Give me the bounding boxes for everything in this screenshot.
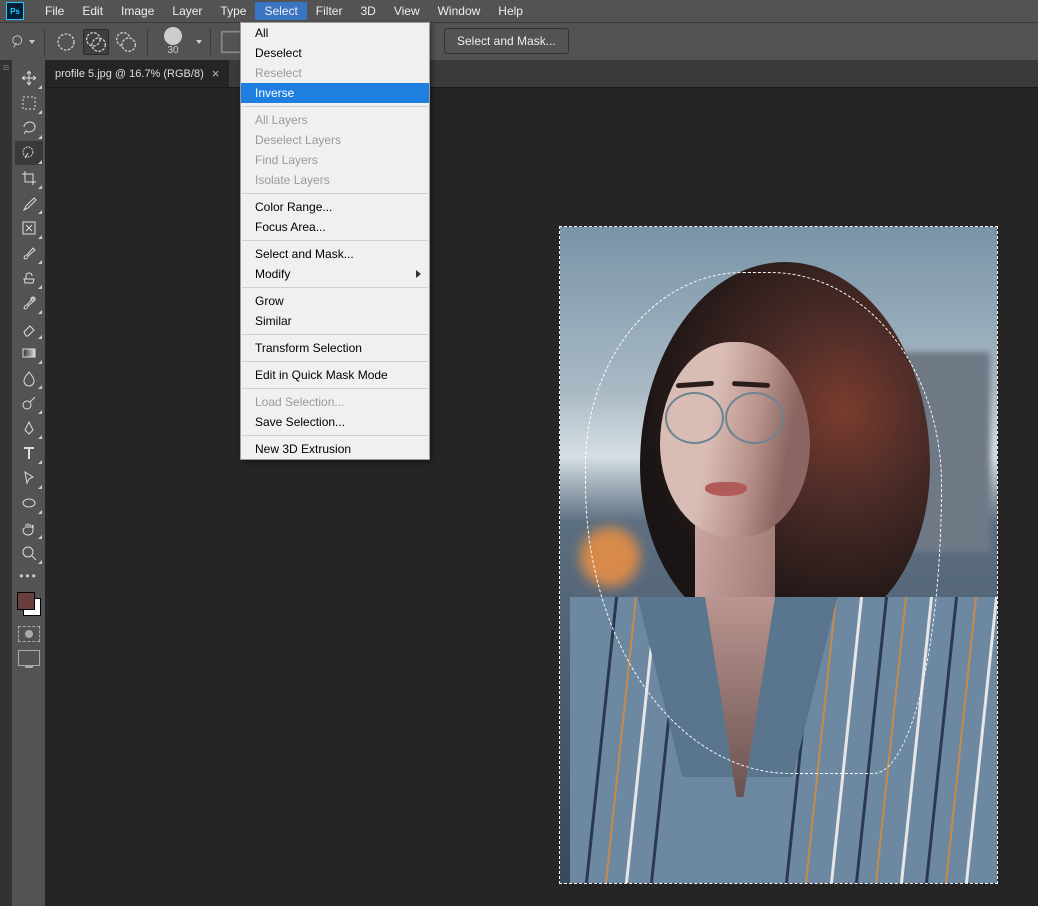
menu-separator (242, 435, 428, 436)
color-swatches[interactable] (15, 590, 43, 618)
menu-separator (242, 193, 428, 194)
menu-item-all-layers: All Layers (241, 110, 429, 130)
document-tab[interactable]: profile 5.jpg @ 16.7% (RGB/8) × (45, 60, 229, 87)
menu-item-modify[interactable]: Modify (241, 264, 429, 284)
brush-tool[interactable] (15, 241, 43, 265)
quick-select-tool[interactable] (15, 141, 43, 165)
new-selection-icon[interactable] (53, 29, 79, 55)
menu-separator (242, 240, 428, 241)
menu-bar: Ps FileEditImageLayerTypeSelectFilter3DV… (0, 0, 1038, 22)
menu-separator (242, 106, 428, 107)
tools-panel: ••• (12, 60, 45, 906)
menu-item-similar[interactable]: Similar (241, 311, 429, 331)
lasso-tool[interactable] (15, 116, 43, 140)
chevron-down-icon[interactable] (196, 40, 202, 44)
select-menu-dropdown: AllDeselectReselectInverse All LayersDese… (240, 22, 430, 460)
menu-edit[interactable]: Edit (73, 2, 112, 20)
screen-mode-icon[interactable] (18, 650, 40, 666)
menu-select[interactable]: Select (255, 2, 306, 20)
close-icon[interactable]: × (212, 66, 220, 81)
menu-item-deselect-layers: Deselect Layers (241, 130, 429, 150)
rect-marquee-tool[interactable] (15, 91, 43, 115)
healing-brush-tool[interactable] (15, 216, 43, 240)
workspace: ••• profile 5.jpg @ 16.7% (RGB/8) × (0, 60, 1038, 906)
menu-filter[interactable]: Filter (307, 2, 352, 20)
document-tab-label: profile 5.jpg @ 16.7% (RGB/8) (55, 68, 204, 80)
submenu-arrow-icon (416, 270, 421, 278)
tool-preset-picker[interactable] (10, 29, 36, 55)
quick-mask-icon[interactable] (18, 626, 40, 642)
menu-item-color-range[interactable]: Color Range... (241, 197, 429, 217)
select-and-mask-button[interactable]: Select and Mask... (444, 28, 569, 54)
menu-item-focus-area[interactable]: Focus Area... (241, 217, 429, 237)
menu-type[interactable]: Type (211, 2, 255, 20)
separator (147, 29, 148, 55)
menu-item-find-layers: Find Layers (241, 150, 429, 170)
history-brush-tool[interactable] (15, 291, 43, 315)
blur-tool[interactable] (15, 366, 43, 390)
menu-item-isolate-layers: Isolate Layers (241, 170, 429, 190)
app-logo: Ps (6, 2, 24, 20)
pen-tool[interactable] (15, 416, 43, 440)
dodge-tool[interactable] (15, 391, 43, 415)
edit-toolbar-icon[interactable]: ••• (19, 566, 38, 586)
menu-item-deselect[interactable]: Deselect (241, 43, 429, 63)
gradient-tool[interactable] (15, 341, 43, 365)
canvas[interactable] (560, 227, 997, 883)
menu-separator (242, 388, 428, 389)
zoom-tool[interactable] (15, 541, 43, 565)
menu-window[interactable]: Window (429, 2, 490, 20)
document-area: profile 5.jpg @ 16.7% (RGB/8) × (45, 60, 1038, 906)
menu-file[interactable]: File (36, 2, 73, 20)
move-tool[interactable] (15, 66, 43, 90)
options-bar: 30 Select and Mask... (0, 22, 1038, 61)
hand-tool[interactable] (15, 516, 43, 540)
menu-image[interactable]: Image (112, 2, 163, 20)
menu-item-edit-in-quick-mask-mode[interactable]: Edit in Quick Mask Mode (241, 365, 429, 385)
subtract-selection-icon[interactable] (113, 29, 139, 55)
separator (210, 29, 211, 55)
menu-item-all[interactable]: All (241, 23, 429, 43)
eyedropper-tool[interactable] (15, 191, 43, 215)
menu-separator (242, 361, 428, 362)
separator (44, 29, 45, 55)
menu-view[interactable]: View (385, 2, 429, 20)
menu-item-transform-selection[interactable]: Transform Selection (241, 338, 429, 358)
document-image (560, 227, 997, 883)
brush-picker[interactable]: 30 (156, 26, 190, 58)
path-select-tool[interactable] (15, 466, 43, 490)
crop-tool[interactable] (15, 166, 43, 190)
menu-item-reselect: Reselect (241, 63, 429, 83)
foreground-color-swatch[interactable] (17, 592, 35, 610)
panel-gutter (0, 60, 12, 906)
menu-separator (242, 334, 428, 335)
type-tool[interactable] (15, 441, 43, 465)
eraser-tool[interactable] (15, 316, 43, 340)
ellipse-tool[interactable] (15, 491, 43, 515)
menu-help[interactable]: Help (489, 2, 532, 20)
document-tab-bar: profile 5.jpg @ 16.7% (RGB/8) × (45, 60, 1038, 88)
add-selection-icon[interactable] (83, 29, 109, 55)
menu-item-new-3d-extrusion[interactable]: New 3D Extrusion (241, 439, 429, 459)
menu-item-inverse[interactable]: Inverse (241, 83, 429, 103)
menu-item-save-selection[interactable]: Save Selection... (241, 412, 429, 432)
clone-stamp-tool[interactable] (15, 266, 43, 290)
menu-item-load-selection: Load Selection... (241, 392, 429, 412)
menu-separator (242, 287, 428, 288)
menu-3d[interactable]: 3D (351, 2, 384, 20)
menu-item-select-and-mask[interactable]: Select and Mask... (241, 244, 429, 264)
menu-item-grow[interactable]: Grow (241, 291, 429, 311)
menu-layer[interactable]: Layer (163, 2, 211, 20)
